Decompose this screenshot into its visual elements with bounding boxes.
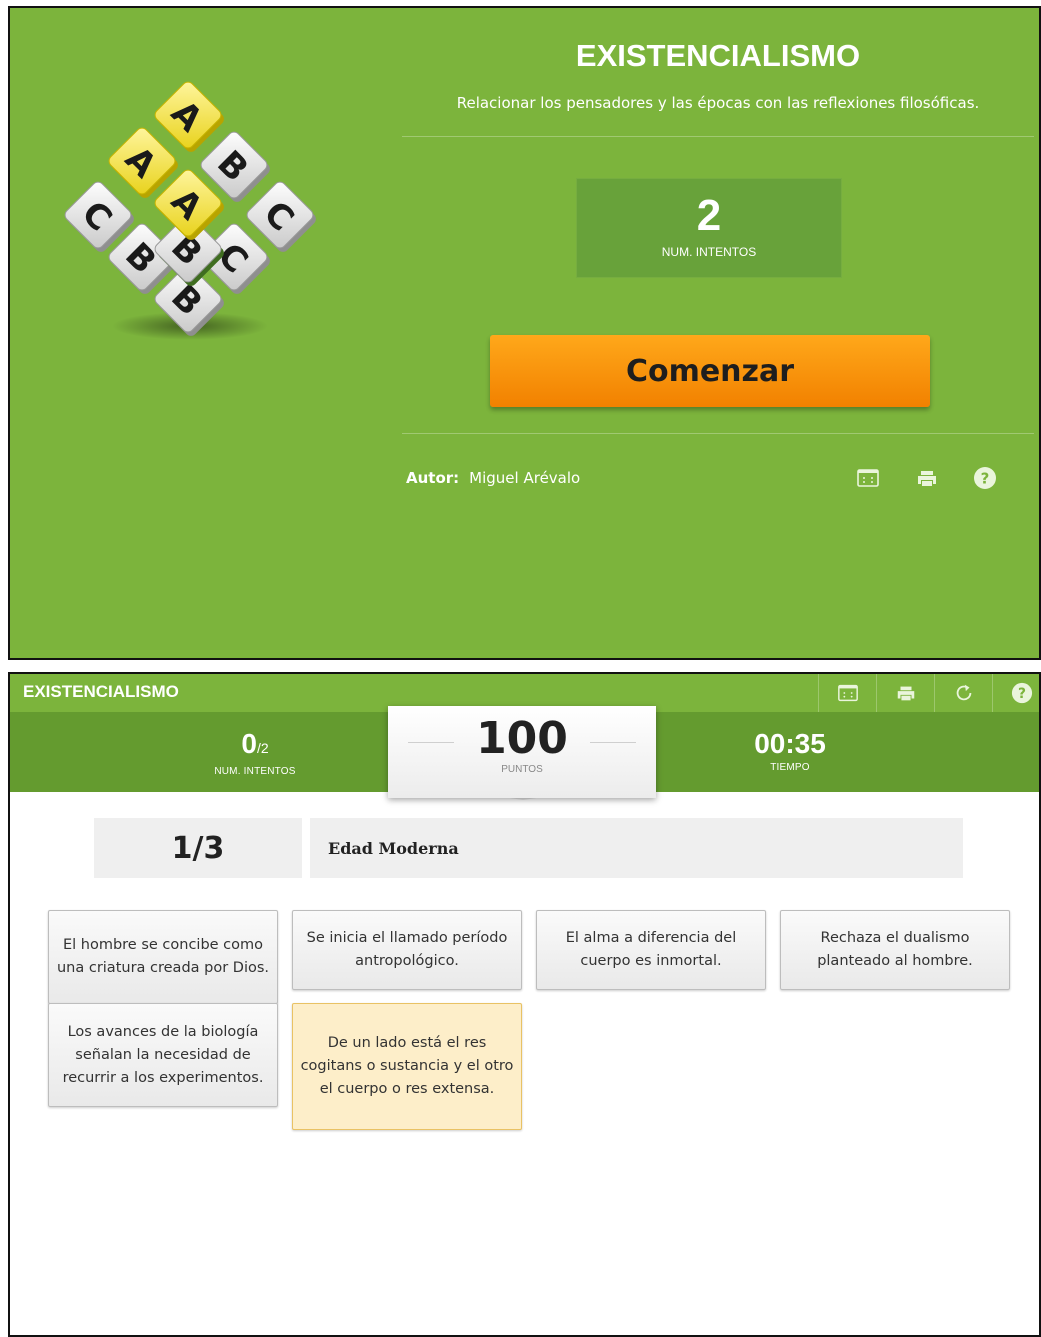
time-stat-label: TIEMPO [770, 762, 810, 773]
attempts-stat-max: /2 [256, 740, 269, 756]
answer-card[interactable]: Los avances de la biología señalan la ne… [48, 1003, 278, 1107]
answer-card-text: El alma a diferencia del cuerpo es inmor… [565, 930, 737, 969]
author-label: Autor: [406, 469, 460, 487]
answer-card-text: De un lado está el res cogitans o sustan… [300, 1035, 514, 1097]
author-row: Autor: Miguel Arévalo [406, 469, 580, 487]
game-panel: EXISTENCIALISMO ? 0/2 NUM. INTENTOS 00:3… [8, 672, 1041, 1337]
score-card: 100 PUNTOS [388, 706, 656, 798]
svg-text:?: ? [981, 470, 990, 488]
answer-card[interactable]: El hombre se concibe como una criatura c… [48, 910, 278, 1004]
intro-title: EXISTENCIALISMO [575, 38, 861, 73]
attempts-stat-value-row: 0/2 [170, 728, 340, 764]
print-icon [897, 686, 914, 701]
score-line-left [408, 742, 454, 743]
score-line-right [590, 742, 636, 743]
answer-card-text: Los avances de la biología señalan la ne… [62, 1023, 264, 1086]
help-icon[interactable]: ? [973, 466, 997, 490]
score-label: PUNTOS [501, 764, 543, 775]
attempts-box: 2 NUM. INTENTOS [576, 178, 842, 278]
time-stat: 00:35 TIEMPO [710, 728, 870, 773]
divider [402, 136, 1034, 137]
intro-panel: C C B C B B B A A A EXISTENCIALISMO Rela… [8, 6, 1041, 660]
attempts-value: 2 [696, 191, 722, 240]
divider [402, 433, 1034, 434]
answer-card[interactable]: El alma a diferencia del cuerpo es inmor… [536, 910, 766, 990]
author-name: Miguel Arévalo [469, 469, 581, 487]
start-button[interactable]: Comenzar [490, 335, 930, 407]
restart-button[interactable] [934, 674, 992, 712]
answer-card-text: Rechaza el dualismo planteado al hombre. [817, 930, 973, 969]
score-value: 100 [476, 713, 568, 764]
fullscreen-icon [837, 684, 858, 702]
intro-subtitle: Relacionar los pensadores y las épocas c… [456, 94, 980, 112]
alphabet-cubes-logo: C C B C B B B A A A [64, 81, 316, 340]
print-icon[interactable] [915, 466, 939, 490]
attempts-stat-value: 0 [241, 728, 257, 759]
fullscreen-icon[interactable] [856, 466, 880, 490]
print-button[interactable] [876, 674, 934, 712]
time-stat-value: 00:35 [754, 728, 826, 759]
attempts-stat: 0/2 NUM. INTENTOS [170, 728, 340, 777]
answer-card[interactable]: Se inicia el llamado período antropológi… [292, 910, 522, 990]
answer-card[interactable]: Rechaza el dualismo planteado al hombre. [780, 910, 1010, 990]
game-title: EXISTENCIALISMO [23, 682, 179, 701]
question-progress: 1/3 [94, 818, 302, 878]
help-button[interactable]: ? [992, 674, 1039, 712]
era-label: Edad Moderna [310, 818, 963, 878]
restart-icon [956, 684, 971, 701]
svg-text:?: ? [1018, 686, 1026, 702]
answer-card-text: Se inicia el llamado período antropológi… [306, 930, 508, 969]
answer-card-text: El hombre se concibe como una criatura c… [56, 937, 270, 976]
attempts-stat-label: NUM. INTENTOS [214, 766, 296, 777]
fullscreen-button[interactable] [818, 674, 876, 712]
help-icon: ? [1011, 682, 1032, 704]
answer-card-selected[interactable]: De un lado está el res cogitans o sustan… [292, 1003, 522, 1130]
attempts-label: NUM. INTENTOS [661, 245, 757, 259]
